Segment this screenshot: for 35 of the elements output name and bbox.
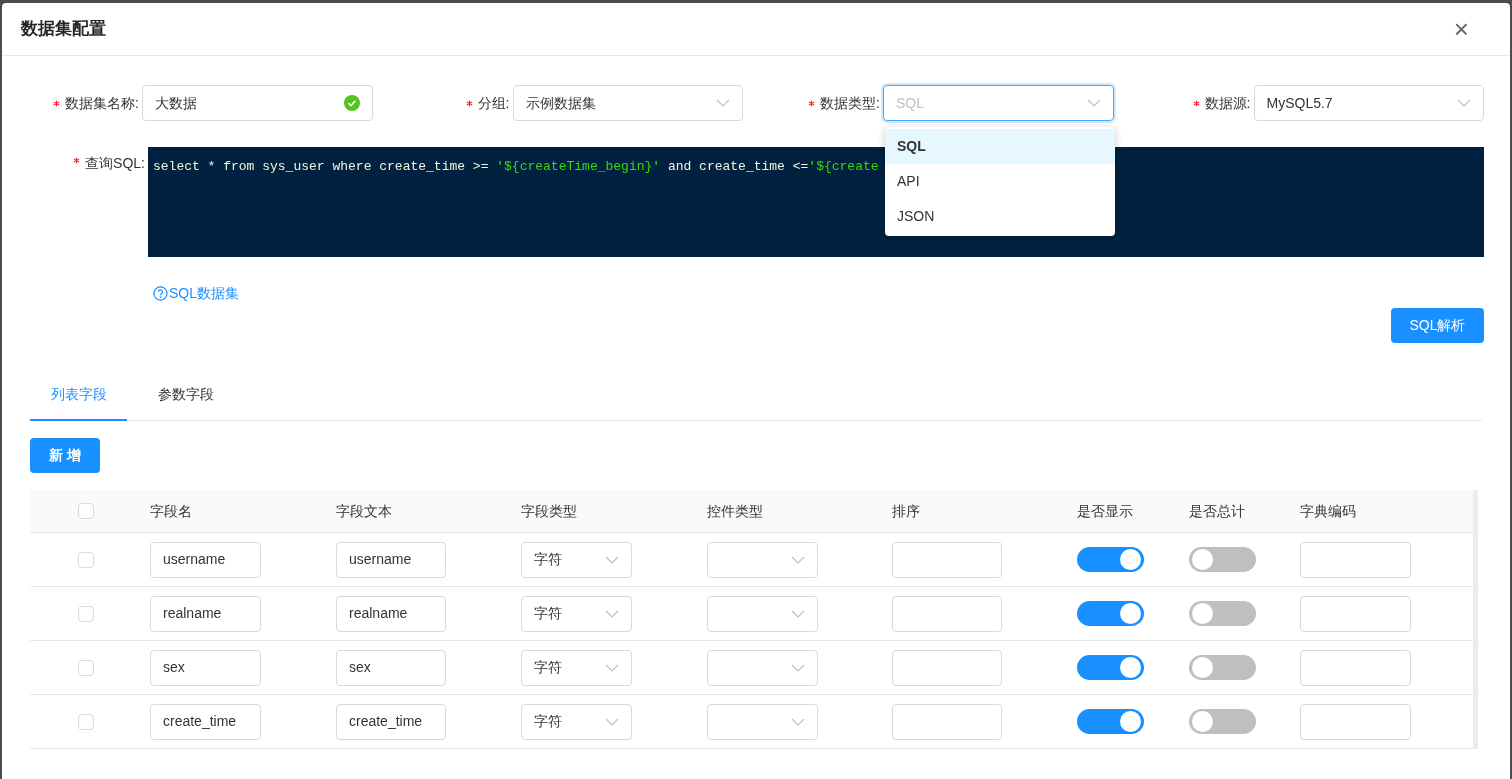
select-field[interactable]: 示例数据集 — [512, 85, 743, 121]
input-field[interactable]: create_time — [150, 703, 261, 740]
dropdown-option[interactable]: API — [885, 164, 1115, 199]
tab[interactable]: 参数字段 — [137, 369, 234, 421]
input-field[interactable]: 大数据 — [142, 85, 373, 121]
select-field[interactable]: 字符 — [521, 541, 632, 578]
close-button[interactable]: × — [1453, 16, 1469, 42]
column-header: 字段名 — [150, 501, 193, 521]
input-field[interactable]: realname — [336, 595, 446, 632]
code-line: select * from sys_user where create_time >= '${createTime_begin}' and create_time <='${create — [153, 159, 879, 174]
field-label: 数据类型: — [820, 93, 880, 113]
input-field[interactable]: realname — [150, 595, 261, 632]
field-label: 数据集名称: — [65, 93, 139, 113]
dropdown-option[interactable]: JSON — [885, 199, 1115, 234]
column-header: 排序 — [892, 501, 921, 521]
input-field[interactable]: username — [336, 541, 446, 578]
input-field[interactable]: sex — [150, 649, 261, 686]
select-field[interactable]: MySQL5.7 — [1253, 85, 1484, 121]
input-field[interactable]: sex — [336, 649, 446, 686]
dropdown-option[interactable]: SQL — [885, 129, 1115, 164]
select-field[interactable]: 字符 — [521, 595, 632, 632]
input-field[interactable]: username — [150, 541, 261, 578]
input-field[interactable]: create_time — [336, 703, 446, 740]
select-field[interactable]: 字符 — [521, 703, 632, 740]
column-header: 是否显示 — [1077, 501, 1134, 521]
field-label: 分组: — [477, 93, 510, 113]
field-label: 查询SQL: — [85, 154, 145, 173]
dialog-title: 数据集配置 — [21, 18, 106, 41]
column-header: 字段文本 — [336, 501, 393, 521]
column-header: 是否总计 — [1189, 501, 1246, 521]
column-header: 控件类型 — [707, 501, 764, 521]
select-field[interactable]: 字符 — [521, 649, 632, 686]
field-label: 数据源: — [1204, 93, 1251, 113]
column-header: 字段类型 — [521, 501, 578, 521]
column-header: 字典编码 — [1300, 501, 1357, 521]
